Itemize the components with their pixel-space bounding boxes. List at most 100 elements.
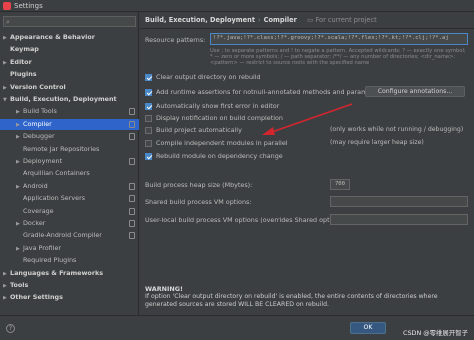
- resource-patterns-hint: Use ; to separate patterns and ! to nega…: [210, 48, 466, 66]
- option-row[interactable]: Build project automatically: [145, 125, 242, 135]
- breadcrumb-parent[interactable]: Build, Execution, Deployment: [145, 16, 255, 24]
- sidebar-item-label: Languages & Frameworks: [10, 268, 104, 277]
- option-label: Build project automatically: [156, 126, 242, 134]
- project-scope-icon: [129, 158, 135, 165]
- sidebar-item-label: Build Tools: [23, 107, 57, 116]
- sidebar-item[interactable]: Required Plugins: [0, 255, 139, 266]
- option-checkbox[interactable]: [145, 102, 152, 110]
- sidebar-item[interactable]: Keymap: [0, 44, 139, 55]
- chevron-right-icon[interactable]: ▶: [16, 182, 23, 193]
- dialog-footer: ? OK CSDN @零维展开智子: [0, 315, 474, 340]
- sidebar-item[interactable]: ▶ Deployment: [0, 156, 139, 167]
- shared-vm-options-label: Shared build process VM options:: [145, 198, 252, 206]
- watermark: CSDN @零维展开智子: [403, 329, 468, 337]
- heap-size-label: Build process heap size (Mbytes):: [145, 181, 253, 189]
- chevron-right-icon[interactable]: ▶: [16, 107, 23, 118]
- heap-size-input[interactable]: 700: [330, 179, 350, 190]
- sidebar-item[interactable]: ▶ Version Control: [0, 82, 139, 93]
- sidebar-item[interactable]: ▶ Tools: [0, 280, 139, 291]
- shared-vm-options-input[interactable]: [330, 196, 468, 207]
- sidebar-item[interactable]: ▶ Docker: [0, 218, 139, 229]
- sidebar-item[interactable]: ▼ Build, Execution, Deployment: [0, 94, 139, 105]
- breadcrumb-current: Compiler: [263, 16, 297, 24]
- option-row[interactable]: Clear output directory on rebuild: [145, 72, 261, 82]
- chevron-right-icon[interactable]: ▶: [3, 58, 10, 69]
- sidebar-item-label: Debugger: [23, 132, 55, 141]
- chevron-right-icon[interactable]: ▶: [3, 269, 10, 280]
- chevron-right-icon[interactable]: ▶: [3, 293, 10, 304]
- configure-annotations-button[interactable]: Configure annotations...: [365, 86, 465, 97]
- option-checkbox[interactable]: [145, 88, 152, 96]
- chevron-right-icon[interactable]: ▶: [16, 244, 23, 255]
- sidebar-item-label: Build, Execution, Deployment: [10, 95, 117, 103]
- option-row[interactable]: Compile independent modules in parallel: [145, 138, 288, 148]
- option-row[interactable]: Rebuild module on dependency change: [145, 151, 283, 161]
- project-scope-icon: [129, 133, 135, 141]
- sidebar-item-label: Plugins: [10, 70, 37, 79]
- sidebar-item-label: Tools: [10, 281, 29, 289]
- sidebar-item-label: Version Control: [10, 82, 66, 91]
- sidebar-item-label: Gradle-Android Compiler: [23, 231, 102, 240]
- window-title: Settings: [14, 2, 43, 10]
- sidebar-item-label: Required Plugins: [23, 256, 77, 265]
- chevron-down-icon[interactable]: ▼: [3, 95, 10, 106]
- option-label: Automatically show first error in editor: [156, 102, 280, 110]
- option-checkbox[interactable]: [145, 73, 152, 81]
- sidebar-item-label: Docker: [23, 219, 46, 227]
- sidebar-item[interactable]: Plugins: [0, 69, 139, 80]
- option-checkbox[interactable]: [145, 114, 152, 122]
- user-vm-options-input[interactable]: [330, 214, 468, 225]
- sidebar-item[interactable]: ▶ Languages & Frameworks: [0, 268, 139, 279]
- sidebar-item-label: Other Settings: [10, 293, 63, 302]
- breadcrumb-separator: ›: [257, 16, 261, 24]
- app-icon: [3, 2, 11, 10]
- title-bar: Settings: [0, 0, 474, 12]
- sidebar-item[interactable]: Remote Jar Repositories: [0, 144, 139, 155]
- sidebar-item-label: Java Profiler: [23, 243, 62, 252]
- chevron-right-icon[interactable]: ▶: [3, 281, 10, 292]
- option-note: (only works while not running / debuggin…: [330, 126, 464, 133]
- chevron-right-icon[interactable]: ▶: [3, 83, 10, 94]
- option-row[interactable]: Add runtime assertions for notnull-annot…: [145, 87, 384, 97]
- sidebar-item[interactable]: ▶ Other Settings: [0, 292, 139, 303]
- search-input[interactable]: ⌕: [3, 16, 136, 27]
- resource-patterns-input[interactable]: !?*.java;!?*.class;!?*.groovy;!?*.scala;…: [210, 33, 468, 45]
- sidebar-item-label: Coverage: [23, 206, 54, 215]
- sidebar-item[interactable]: ▶ Editor: [0, 57, 139, 68]
- chevron-right-icon[interactable]: ▶: [16, 157, 23, 168]
- option-row[interactable]: Automatically show first error in editor: [145, 101, 279, 111]
- sidebar-item[interactable]: Coverage: [0, 206, 139, 217]
- sidebar-item[interactable]: Application Servers: [0, 193, 139, 204]
- sidebar-item-label: Android: [23, 181, 48, 190]
- option-checkbox[interactable]: [145, 152, 152, 160]
- chevron-right-icon[interactable]: ▶: [16, 219, 23, 230]
- sidebar-item[interactable]: ▶ Android: [0, 181, 139, 192]
- option-label: Display notification on build completion: [156, 114, 283, 122]
- sidebar-item[interactable]: ▶ Build Tools: [0, 106, 139, 117]
- option-checkbox[interactable]: [145, 126, 152, 134]
- settings-sidebar: ⌕ ▶ Appearance & Behavior Keymap ▶ Editor Plu…: [0, 12, 139, 315]
- sidebar-item-label: Remote Jar Repositories: [23, 144, 100, 153]
- search-icon: ⌕: [6, 18, 10, 26]
- sidebar-item[interactable]: ▶ Java Profiler: [0, 243, 139, 254]
- option-row[interactable]: Display notification on build completion: [145, 113, 283, 123]
- option-checkbox[interactable]: [145, 139, 152, 147]
- sidebar-item[interactable]: ▶ Appearance & Behavior: [0, 32, 139, 43]
- project-scope-icon: [129, 207, 135, 215]
- option-label: Compile independent modules in parallel: [156, 139, 288, 147]
- warning-title: WARNING!: [145, 285, 183, 293]
- help-icon[interactable]: ?: [6, 324, 15, 333]
- sidebar-item[interactable]: ▶ Compiler: [0, 118, 139, 131]
- breadcrumb: Build, Execution, Deployment › Compiler ▭ …: [145, 16, 377, 24]
- sidebar-item[interactable]: Arquillian Containers: [0, 168, 139, 179]
- sidebar-item-label: Keymap: [10, 45, 39, 54]
- chevron-right-icon[interactable]: ▶: [3, 33, 10, 44]
- sidebar-item[interactable]: ▶ Debugger: [0, 131, 139, 142]
- warning-text: If option 'Clear output directory on reb…: [145, 293, 438, 308]
- project-scope-icon: [129, 182, 135, 190]
- chevron-right-icon[interactable]: ▶: [16, 120, 23, 131]
- sidebar-item[interactable]: Gradle-Android Compiler: [0, 230, 139, 241]
- project-icon: ▭: [307, 16, 314, 24]
- ok-button[interactable]: OK: [350, 322, 386, 334]
- chevron-right-icon[interactable]: ▶: [16, 132, 23, 143]
